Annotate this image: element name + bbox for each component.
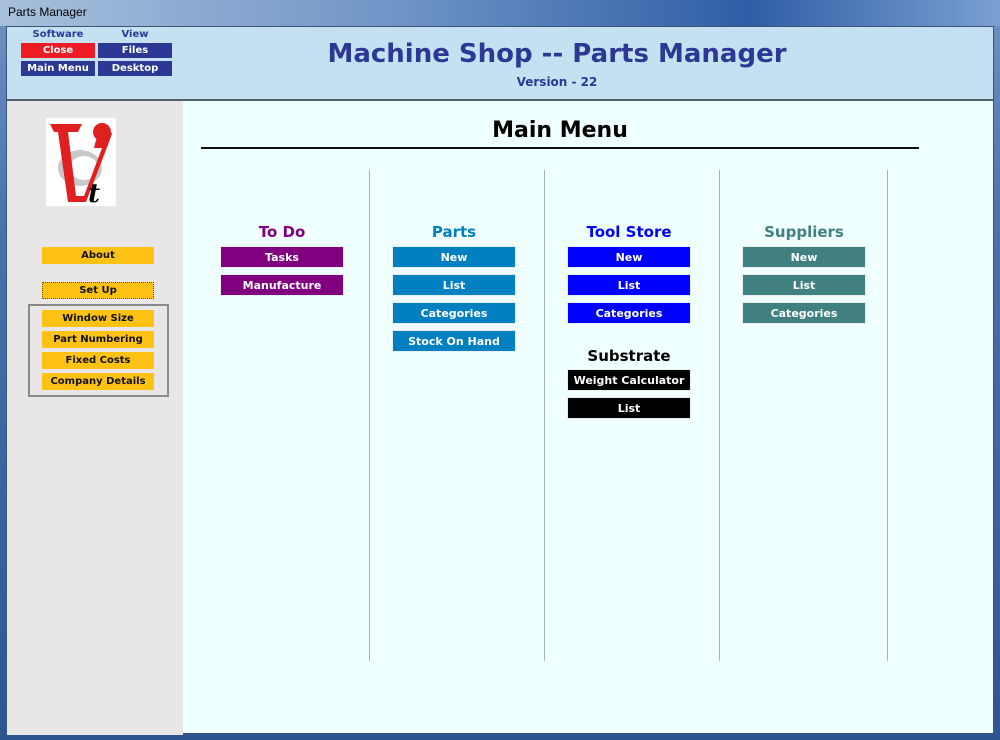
substrate-list-button[interactable]: List [567,397,691,419]
page-title: Main Menu [492,118,628,143]
todo-heading: To Do [258,223,306,241]
close-button[interactable]: Close [20,42,96,59]
parts-list-button[interactable]: List [392,274,516,296]
suppliers-new-button[interactable]: New [742,246,866,268]
tool-store-heading: Tool Store [586,223,672,241]
window-title: Parts Manager [8,5,87,19]
column-divider [544,170,545,661]
app-window: Parts Manager Software View Close Main M… [0,0,1000,740]
suppliers-list-button[interactable]: List [742,274,866,296]
tool-store-categories-button[interactable]: Categories [567,302,691,324]
column-divider [369,170,370,661]
parts-heading: Parts [431,223,477,241]
software-heading: Software [32,29,84,40]
about-button[interactable]: About [42,247,154,264]
parts-new-button[interactable]: New [392,246,516,268]
todo-tasks-button[interactable]: Tasks [220,246,344,268]
part-numbering-button[interactable]: Part Numbering [42,331,154,348]
vt-logo: t [46,118,116,209]
suppliers-heading: Suppliers [764,223,844,241]
column-divider [719,170,720,661]
tool-store-new-button[interactable]: New [567,246,691,268]
title-divider [201,147,919,149]
todo-manufacture-button[interactable]: Manufacture [220,274,344,296]
svg-text:t: t [88,179,100,206]
app-version: Version - 22 [516,75,598,89]
setup-button[interactable]: Set Up [42,282,154,299]
window-size-button[interactable]: Window Size [42,310,154,327]
substrate-weight-calculator-button[interactable]: Weight Calculator [567,369,691,391]
fixed-costs-button[interactable]: Fixed Costs [42,352,154,369]
sidebar: t About Set Up Window Size Part Numberin… [7,101,183,735]
title-bar[interactable]: Parts Manager [0,0,1000,26]
company-details-button[interactable]: Company Details [42,373,154,390]
substrate-heading: Substrate [587,347,671,365]
parts-stock-on-hand-button[interactable]: Stock On Hand [392,330,516,352]
main-menu-button[interactable]: Main Menu [20,60,96,77]
suppliers-categories-button[interactable]: Categories [742,302,866,324]
parts-categories-button[interactable]: Categories [392,302,516,324]
app-title: Machine Shop -- Parts Manager [327,39,787,69]
tool-store-list-button[interactable]: List [567,274,691,296]
column-divider [887,170,888,661]
header: Software View Close Main Menu Files Desk… [7,27,993,101]
client-area: Software View Close Main Menu Files Desk… [6,26,994,735]
vt-logo-icon: t [50,123,112,209]
